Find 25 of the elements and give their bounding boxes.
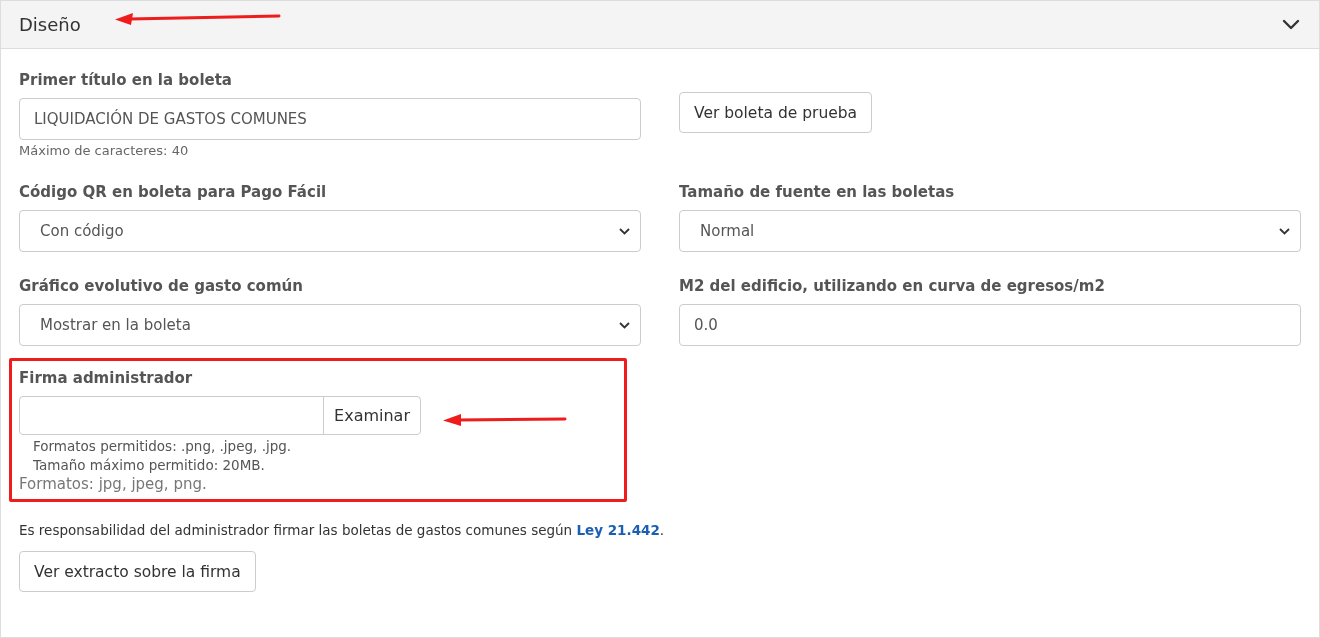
upload-note: Tamaño máximo permitido: 20MB.	[32, 457, 266, 473]
field-help: Formatos: jpg, jpeg, png.	[19, 475, 208, 493]
field-label: Gráfico evolutivo de gasto común	[19, 277, 304, 295]
preview-button[interactable]: Ver boleta de prueba	[679, 92, 873, 133]
law-link[interactable]: Ley 21.442	[576, 522, 660, 538]
upload-note: Formatos permitidos: .png, .jpeg, .jpg.	[32, 438, 293, 454]
field-label: Tamaño de fuente en las boletas	[679, 183, 956, 201]
field-label: Código QR en boleta para Pago Fácil	[19, 183, 328, 201]
legal-note: Es responsabilidad del administrador firmar las boletas de gastos comunes según Ley 21.442.	[19, 522, 666, 538]
text-field[interactable]: 0.0	[679, 304, 1301, 346]
chevron-down-icon	[1279, 227, 1290, 235]
field-label: M2 del edificio, utilizando en curva de egresos/m2	[679, 277, 1106, 295]
extract-button[interactable]: Ver extracto sobre la firma	[19, 551, 256, 592]
select-field[interactable]: Normal	[679, 210, 1301, 252]
section-header[interactable]: Diseño	[1, 0, 1319, 49]
select-field[interactable]: Mostrar en la boleta	[19, 304, 641, 346]
section-title: Diseño	[19, 14, 81, 35]
chevron-down-icon	[619, 227, 630, 235]
chevron-down-icon	[619, 321, 630, 329]
select-field[interactable]: Con código	[19, 210, 641, 252]
field-label: Firma administrador	[19, 369, 194, 387]
file-input[interactable]: Examinar	[19, 396, 421, 435]
text-field[interactable]: LIQUIDACIÓN DE GASTOS COMUNES	[19, 98, 641, 140]
field-label: Primer título en la boleta	[19, 71, 233, 89]
field-hint: Máximo de caracteres: 40	[19, 143, 190, 158]
